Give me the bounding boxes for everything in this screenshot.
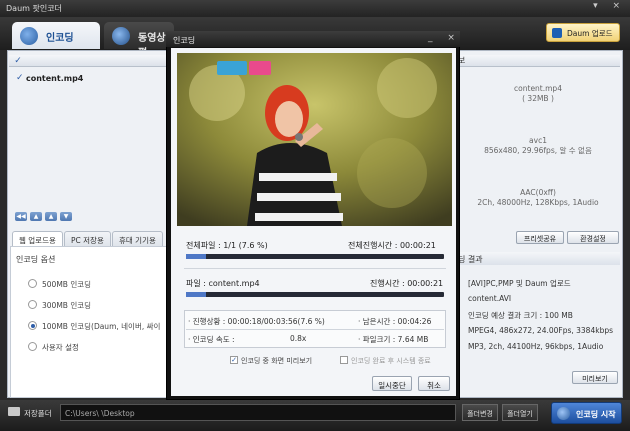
result-video: MPEG4, 486x272, 24.00Fps, 3384kbps (468, 326, 614, 335)
tab-pc-save[interactable]: PC 저장용 (64, 231, 111, 246)
preview-during-encoding-label[interactable]: 인코딩 중 화면 미리보기 (241, 356, 312, 366)
move-first-button[interactable]: ◀◀ (15, 212, 27, 221)
radio-custom[interactable] (28, 342, 37, 351)
file-progress-fill (186, 292, 206, 297)
info-video-detail: 856x480, 29.96fps, 알 수 없음 (484, 146, 592, 155)
save-path-field[interactable]: C:\Users\ \Desktop (60, 404, 456, 421)
start-icon (557, 407, 570, 420)
folder-change-button[interactable]: 폴더변경 (462, 404, 498, 421)
dialog-title: 인코딩 (166, 31, 460, 47)
encoding-options-title: 인코딩 옵션 (16, 255, 56, 264)
move-down-button[interactable]: ▼ (60, 212, 72, 221)
result-panel-header: 딩 결과 (456, 252, 620, 265)
overall-elapsed-text: 전체진행시간 : 00:00:21 (348, 241, 436, 250)
save-folder-label: 저장폴더 (24, 409, 52, 418)
file-row-checkbox[interactable]: ✓ (16, 74, 24, 83)
move-top-button[interactable]: ▲ (30, 212, 42, 221)
overall-progress-bar (186, 254, 444, 259)
remaining-time-text: · 남은시간 : 00:04:26 (358, 317, 432, 326)
divider (184, 268, 446, 269)
radio-100mb-label[interactable]: 100MB 인코딩(Daum, 네이버, 싸이 (42, 321, 166, 332)
stats-divider (186, 329, 444, 330)
preset-share-button[interactable]: 프리셋공유 (516, 231, 564, 244)
result-filename: content.AVI (468, 294, 512, 303)
tab-movie-edit[interactable]: 동영상편 (104, 22, 174, 59)
start-encoding-label: 인코딩 시작 (576, 410, 616, 419)
result-preset: [AVI]PC,PMP 및 Daum 업로드 (468, 279, 571, 288)
shutdown-after-checkbox[interactable] (340, 356, 348, 364)
radio-100mb[interactable] (28, 321, 37, 330)
daum-upload-label: Daum 업로드 (567, 29, 613, 38)
overall-file-text: 전체파일 : 1/1 (7.6 %) (186, 241, 268, 250)
file-size-text: · 파일크기 : 7.64 MB (358, 335, 429, 344)
select-all-checkbox[interactable]: ✓ (14, 57, 22, 66)
upload-icon (552, 28, 562, 38)
info-filename: content.mp4 (514, 84, 562, 93)
folder-icon (8, 407, 20, 416)
radio-300mb-label[interactable]: 300MB 인코딩 (42, 300, 91, 311)
speed-value: 0.8x (290, 334, 307, 343)
result-size: 인코딩 예상 결과 크기 : 100 MB (468, 311, 573, 320)
file-elapsed-text: 진행시간 : 00:00:21 (370, 279, 444, 288)
speed-label: · 인코딩 속도 : (188, 335, 235, 344)
progress-status-text: · 진행상황 : 00:00:18/00:03:56(7.6 %) (188, 317, 325, 326)
info-filesize: ( 32MB ) (522, 94, 554, 103)
daum-upload-button[interactable]: Daum 업로드 (546, 23, 620, 42)
preview-during-encoding-checkbox[interactable]: ✓ (230, 356, 238, 364)
radio-300mb[interactable] (28, 300, 37, 309)
overall-progress-fill (186, 254, 206, 259)
tab-web-upload[interactable]: 웹 업로드용 (12, 231, 63, 246)
info-audio-codec: AAC(0xff) (520, 188, 556, 197)
info-audio-detail: 2Ch, 48000Hz, 128Kbps, 1Audio (477, 198, 599, 207)
app-title: Daum 팟인코더 (6, 4, 62, 13)
movie-edit-icon (112, 27, 130, 45)
radio-custom-label[interactable]: 사용자 설정 (42, 342, 79, 353)
video-preview (177, 53, 452, 226)
folder-open-button[interactable]: 폴더열기 (502, 404, 538, 421)
file-row-name[interactable]: content.mp4 (26, 74, 83, 83)
preview-button[interactable]: 미리보기 (572, 371, 618, 384)
move-up-button[interactable]: ▲ (45, 212, 57, 221)
env-settings-button[interactable]: 환경설정 (567, 231, 619, 244)
info-video-codec: avc1 (529, 136, 547, 145)
pause-button[interactable]: 일시중단 (372, 376, 412, 391)
cancel-button[interactable]: 취소 (418, 376, 450, 391)
tab-encoding-label: 인코딩 (46, 33, 74, 44)
window-controls[interactable]: ▾ × (593, 1, 626, 11)
radio-500mb[interactable] (28, 279, 37, 288)
file-progress-bar (186, 292, 444, 297)
info-panel-header: 보 (456, 55, 620, 67)
list-order-controls: ◀◀ ▲ ▲ ▼ (15, 211, 75, 221)
dialog-window-controls[interactable]: _ × (428, 33, 461, 43)
file-label-text: 파일 : content.mp4 (186, 279, 260, 288)
result-audio: MP3, 2ch, 44100Hz, 96kbps, 1Audio (468, 342, 604, 351)
encoding-icon (20, 27, 38, 45)
tab-encoding[interactable]: 인코딩 (12, 22, 100, 49)
radio-500mb-label[interactable]: 500MB 인코딩 (42, 279, 91, 290)
tab-mobile[interactable]: 휴대 기기용 (112, 231, 163, 246)
shutdown-after-label[interactable]: 인코딩 완료 후 시스템 종료 (351, 356, 431, 366)
start-encoding-button[interactable]: 인코딩 시작 (551, 402, 622, 424)
app-title-bar: Daum 팟인코더 (0, 0, 630, 17)
